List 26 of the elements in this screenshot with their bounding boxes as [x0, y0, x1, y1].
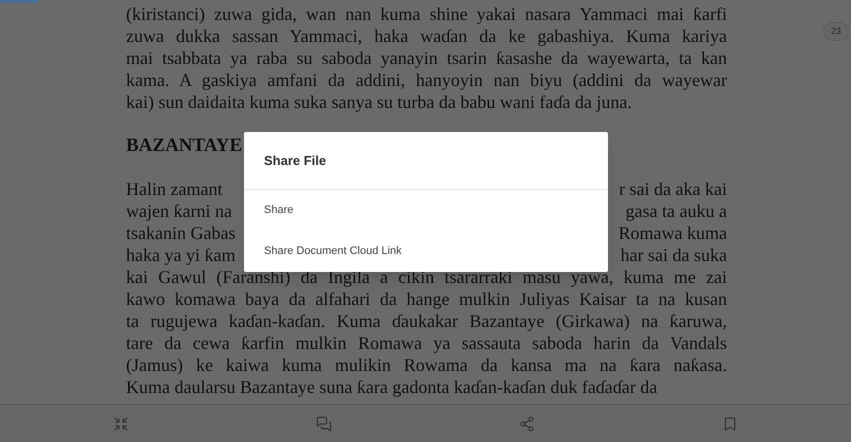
comment-icon[interactable]	[316, 416, 332, 432]
shrink-icon[interactable]	[113, 416, 130, 432]
body-text-line: kama. A gaskiya amfani da addini, hanyoyin nan biyu (addini da wayewar	[126, 69, 727, 91]
body-text-line: ta rugujewa kaɗan-kaɗan. Kuma ɗaukakar Bazantaye (Girkawa) na ƙaruwa,	[126, 310, 727, 332]
body-text-line: zuwa dukka sassan Yammaci, haka waɗan da ke gabashiya. Kuma kariya	[126, 25, 727, 47]
body-text-line: gasa ta auku a	[626, 200, 727, 222]
body-text-line: (Jamus) ke kaiwa kuma mulikin Rowama da kansa ma na ƙara naƙasa.	[126, 354, 727, 376]
body-text-line: haka ya yi ƙam	[126, 244, 236, 266]
page-number-badge: 23	[823, 22, 849, 41]
dialog-title: Share File	[264, 152, 326, 170]
body-text-line: tsakanin Gabas	[126, 222, 236, 244]
body-text-line: Halin zamant	[126, 178, 222, 200]
body-text-line: har sai da suka	[620, 244, 727, 266]
body-text-line: r sai da aka kai	[619, 178, 727, 200]
menu-item[interactable]: Share	[244, 190, 608, 231]
body-text-line: (kiristanci) zuwa gida, wan nan kuma shine yakai nasara Yammaci mai ƙarfi	[126, 3, 727, 25]
body-text-line: wajen ƙarni na	[126, 200, 232, 222]
body-text-line: Romawa kuma	[618, 222, 727, 244]
section-heading: BAZANTAYE	[126, 135, 242, 157]
body-text-line: kai) sun daidaita kuma suka sanya su turba da babu wani faɗa da juna.	[126, 91, 632, 113]
share-icon[interactable]	[518, 416, 535, 432]
body-text-line: tare da cewa ƙarfin mulkin Romawa ya sassauta saboda harin da Vandals	[126, 332, 727, 354]
top-edge-marker	[0, 0, 38, 3]
body-text-line: Kuma daularsu Bazantaye suna ƙara gadonta kaɗan-kaɗan duk faɗaɗar da	[126, 376, 658, 398]
body-text-line: kawo komawa baya da alfahari da hange mulkin Juliyas Kaisar ta na kusan	[126, 288, 727, 310]
body-text-line: mai tsabbata ya raba su saboda yanayin tsarin ƙasashe da wayewarta, ta kan	[126, 47, 727, 69]
